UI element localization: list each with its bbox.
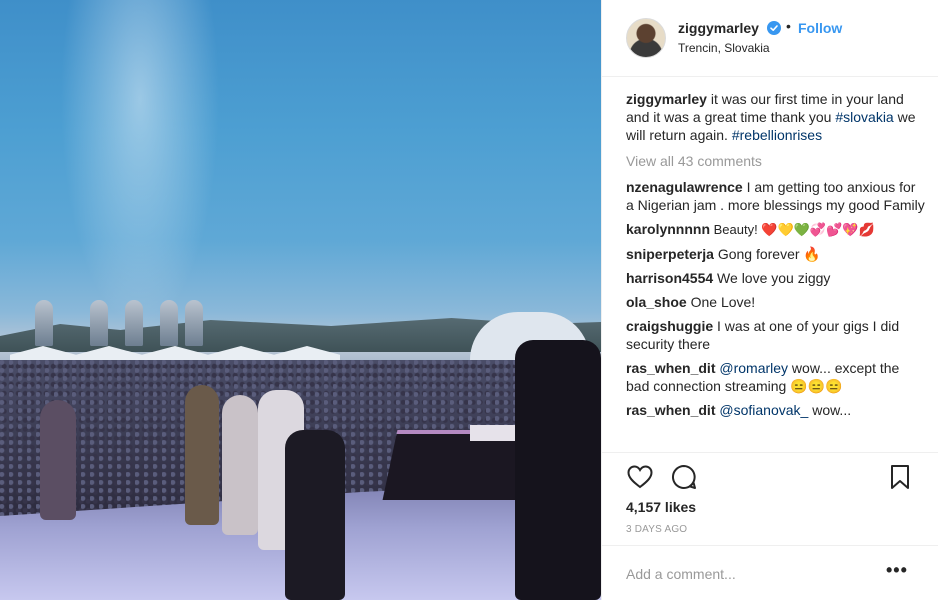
verified-badge-icon	[767, 21, 781, 35]
hashtag-link[interactable]: #rebellionrises	[732, 127, 822, 143]
comment-item: ras_when_dit @romarley wow... except the…	[626, 359, 926, 395]
heart-icon[interactable]	[626, 463, 654, 491]
comment-username[interactable]: harrison4554	[626, 270, 713, 286]
more-options-button[interactable]: •••	[886, 560, 908, 581]
comment-username[interactable]: ras_when_dit	[626, 402, 715, 418]
comment-text: Gong forever 🔥	[713, 246, 821, 262]
comment-item: karolynnnnn Beauty! ❤️💛💚💞💕💖💋	[626, 220, 926, 239]
likes-count[interactable]: 4,157 likes	[626, 499, 696, 515]
post-details-panel: ziggymarley • Follow Trencin, Slovakia z…	[602, 0, 938, 600]
post-header: ziggymarley • Follow Trencin, Slovakia	[602, 0, 938, 77]
sky-light	[60, 0, 220, 330]
bookmark-icon[interactable]	[886, 463, 914, 491]
comment-text: One Love!	[686, 294, 756, 310]
post-photo[interactable]	[0, 0, 602, 600]
festival-flag	[125, 300, 143, 346]
comment-item: craigshuggie I was at one of your gigs I…	[626, 317, 926, 353]
post-timestamp[interactable]: 3 DAYS AGO	[626, 524, 687, 535]
comment-item: nzenagulawrence I am getting too anxious…	[626, 178, 926, 214]
festival-flag	[185, 300, 203, 346]
hashtag-link[interactable]: #slovakia	[835, 109, 893, 125]
comment-item: ola_shoe One Love!	[626, 293, 926, 311]
comment-item: ras_when_dit @sofianovak_ wow...	[626, 401, 926, 419]
comment-username[interactable]: karolynnnnn	[626, 221, 710, 237]
post-caption: ziggymarley it was our first time in you…	[626, 90, 926, 144]
comment-username[interactable]: sniperpeterja	[626, 246, 714, 262]
comment-text: wow...	[808, 402, 852, 418]
add-comment-input[interactable]	[626, 564, 876, 584]
performer	[40, 400, 76, 520]
caption-username[interactable]: ziggymarley	[626, 91, 707, 107]
username-link[interactable]: ziggymarley	[678, 20, 759, 36]
festival-flag	[90, 300, 108, 346]
festival-flag	[160, 300, 178, 346]
performer	[185, 385, 219, 525]
comment-username[interactable]: ras_when_dit	[626, 360, 715, 376]
keyboard-player	[515, 340, 601, 600]
separator-dot: •	[786, 18, 791, 34]
action-bar	[602, 452, 938, 500]
mention-link[interactable]: @sofianovak_	[719, 402, 808, 418]
comment-username[interactable]: craigshuggie	[626, 318, 713, 334]
comment-item: sniperpeterja Gong forever 🔥	[626, 245, 926, 263]
location-link[interactable]: Trencin, Slovakia	[678, 41, 770, 55]
follow-button[interactable]: Follow	[798, 20, 842, 36]
performer	[222, 395, 258, 535]
festival-flag	[35, 300, 53, 346]
comment-text: Beauty! ❤️💛💚💞💕💖💋	[710, 222, 875, 237]
comment-username[interactable]: ola_shoe	[626, 294, 687, 310]
performer	[285, 430, 345, 600]
comment-bubble-icon[interactable]	[670, 463, 698, 491]
mention-link[interactable]: @romarley	[719, 360, 788, 376]
comment-item: harrison4554 We love you ziggy	[626, 269, 926, 287]
add-comment-section: •••	[602, 545, 938, 600]
view-all-comments-link[interactable]: View all 43 comments	[626, 152, 926, 170]
avatar[interactable]	[626, 18, 666, 58]
comment-username[interactable]: nzenagulawrence	[626, 179, 743, 195]
comments-list[interactable]: ziggymarley it was our first time in you…	[626, 90, 926, 450]
comment-text: We love you ziggy	[713, 270, 831, 286]
